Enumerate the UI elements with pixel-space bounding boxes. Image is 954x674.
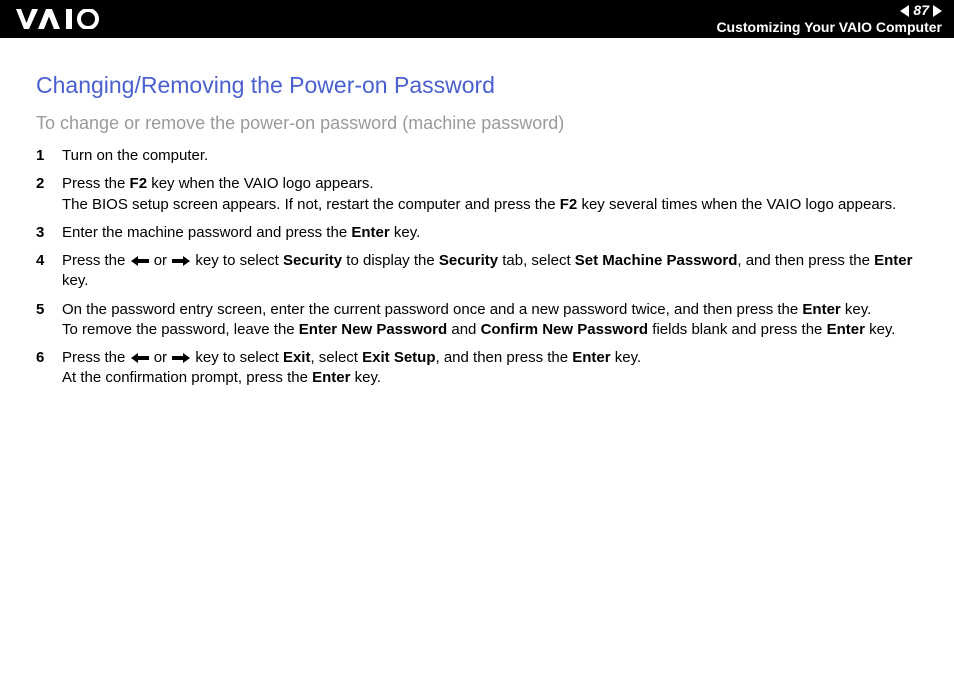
next-page-icon[interactable] <box>933 5 942 17</box>
step-text: Press the or key to select Exit, select … <box>62 348 918 389</box>
page-number: 87 <box>913 2 929 19</box>
page-content: Changing/Removing the Power-on Password … <box>0 38 954 389</box>
prev-page-icon[interactable] <box>900 5 909 17</box>
arrow-right-icon <box>172 256 190 266</box>
step-number: 2 <box>36 174 62 194</box>
step-text: On the password entry screen, enter the … <box>62 300 918 341</box>
arrow-left-icon <box>131 353 149 363</box>
step-item: 2Press the F2 key when the VAIO logo app… <box>36 174 918 215</box>
page-subtitle: To change or remove the power-on passwor… <box>36 113 918 134</box>
step-number: 1 <box>36 146 62 166</box>
step-item: 1Turn on the computer. <box>36 146 918 166</box>
step-number: 6 <box>36 348 62 368</box>
steps-list: 1Turn on the computer.2Press the F2 key … <box>36 146 918 389</box>
section-title: Customizing Your VAIO Computer <box>716 19 942 36</box>
page-title: Changing/Removing the Power-on Password <box>36 72 918 99</box>
vaio-logo <box>16 9 126 29</box>
step-number: 4 <box>36 251 62 271</box>
header-right: 87 Customizing Your VAIO Computer <box>712 2 942 36</box>
arrow-left-icon <box>131 256 149 266</box>
step-item: 6Press the or key to select Exit, select… <box>36 348 918 389</box>
arrow-right-icon <box>172 353 190 363</box>
step-item: 4Press the or key to select Security to … <box>36 251 918 292</box>
step-text: Turn on the computer. <box>62 146 918 166</box>
page-header: 87 Customizing Your VAIO Computer <box>0 0 954 38</box>
step-item: 3Enter the machine password and press th… <box>36 223 918 243</box>
step-text: Press the or key to select Security to d… <box>62 251 918 292</box>
step-text: Enter the machine password and press the… <box>62 223 918 243</box>
step-text: Press the F2 key when the VAIO logo appe… <box>62 174 918 215</box>
step-item: 5On the password entry screen, enter the… <box>36 300 918 341</box>
step-number: 3 <box>36 223 62 243</box>
step-number: 5 <box>36 300 62 320</box>
